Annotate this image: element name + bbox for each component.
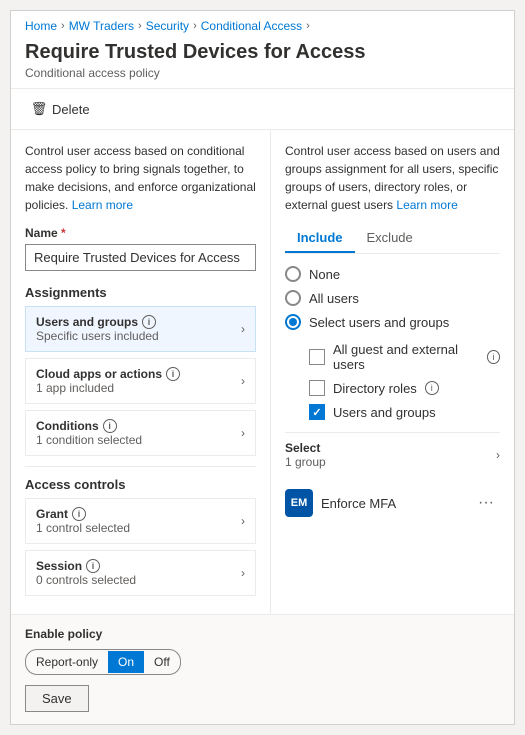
right-learn-more-link[interactable]: Learn more (396, 198, 457, 212)
users-groups-chevron: › (241, 322, 245, 336)
directory-roles-info-icon: i (425, 381, 439, 395)
toolbar: 🗑 Delete (11, 89, 514, 130)
grant-info-icon: i (72, 507, 86, 521)
users-groups-info-icon: i (142, 315, 156, 329)
radio-all-users-label: All users (309, 291, 359, 306)
assignments-divider (25, 466, 256, 467)
breadcrumb: Home › MW Traders › Security › Condition… (11, 11, 514, 37)
checkbox-directory-roles[interactable]: Directory roles i (309, 380, 500, 396)
cloud-apps-value: 1 app included (36, 381, 241, 395)
left-panel: Control user access based on conditional… (11, 130, 271, 614)
users-groups-assignment[interactable]: Users and groups i Specific users includ… (25, 306, 256, 352)
select-title: Select (285, 441, 326, 455)
main-content: Control user access based on conditional… (11, 130, 514, 614)
cloud-apps-chevron: › (241, 374, 245, 388)
checkbox-users-groups-box (309, 404, 325, 420)
grant-control[interactable]: Grant i 1 control selected › (25, 498, 256, 544)
sub-options: All guest and external users i Directory… (285, 342, 500, 420)
checkbox-users-groups-label: Users and groups (333, 405, 436, 420)
cloud-apps-info-icon: i (166, 367, 180, 381)
breadcrumb-home[interactable]: Home (25, 19, 57, 33)
conditions-assignment[interactable]: Conditions i 1 condition selected › (25, 410, 256, 456)
include-exclude-tabs: Include Exclude (285, 224, 500, 254)
page-header: Require Trusted Devices for Access Condi… (11, 37, 514, 89)
assignments-section-title: Assignments (25, 285, 256, 300)
checkbox-directory-roles-box (309, 380, 325, 396)
enable-policy-label: Enable policy (25, 627, 500, 641)
left-description: Control user access based on conditional… (25, 142, 256, 214)
radio-select-users-circle (285, 314, 301, 330)
delete-label: Delete (52, 102, 90, 117)
radio-none-circle (285, 266, 301, 282)
radio-none-label: None (309, 267, 340, 282)
grant-content: Grant i 1 control selected (36, 507, 241, 535)
right-description: Control user access based on users and g… (285, 142, 500, 214)
radio-none[interactable]: None (285, 266, 500, 282)
footer: Enable policy Report-only On Off Save (11, 614, 514, 724)
select-row-content: Select 1 group (285, 441, 326, 469)
session-info-icon: i (86, 559, 100, 573)
save-button[interactable]: Save (25, 685, 89, 712)
page-subtitle: Conditional access policy (25, 66, 500, 80)
select-value: 1 group (285, 455, 326, 469)
breadcrumb-mw-traders[interactable]: MW Traders (69, 19, 134, 33)
users-groups-content: Users and groups i Specific users includ… (36, 315, 241, 343)
session-chevron: › (241, 566, 245, 580)
checkbox-guest-external-label: All guest and external users (333, 342, 479, 372)
name-input[interactable] (25, 244, 256, 271)
cloud-apps-title: Cloud apps or actions i (36, 367, 241, 381)
conditions-info-icon: i (103, 419, 117, 433)
toggle-row: Report-only On Off (25, 649, 500, 675)
radio-select-users[interactable]: Select users and groups (285, 314, 500, 330)
toggle-report-only[interactable]: Report-only (26, 651, 108, 673)
conditions-value: 1 condition selected (36, 433, 241, 447)
group-avatar: EM (285, 489, 313, 517)
delete-button[interactable]: 🗑 Delete (25, 97, 96, 121)
conditions-chevron: › (241, 426, 245, 440)
grant-chevron: › (241, 514, 245, 528)
group-name: Enforce MFA (321, 496, 472, 511)
users-groups-title: Users and groups i (36, 315, 241, 329)
checkbox-directory-roles-label: Directory roles (333, 381, 417, 396)
policy-toggle[interactable]: Report-only On Off (25, 649, 181, 675)
session-content: Session i 0 controls selected (36, 559, 241, 587)
right-panel: Control user access based on users and g… (271, 130, 514, 614)
session-title: Session i (36, 559, 241, 573)
grant-title: Grant i (36, 507, 241, 521)
name-field-label: Name * (25, 226, 256, 240)
page-container: Home › MW Traders › Security › Condition… (10, 10, 515, 725)
conditions-title: Conditions i (36, 419, 241, 433)
checkbox-users-groups[interactable]: Users and groups (309, 404, 500, 420)
breadcrumb-security[interactable]: Security (146, 19, 189, 33)
radio-group: None All users Select users and groups (285, 266, 500, 330)
session-control[interactable]: Session i 0 controls selected › (25, 550, 256, 596)
page-title: Require Trusted Devices for Access (25, 41, 500, 64)
cloud-apps-assignment[interactable]: Cloud apps or actions i 1 app included › (25, 358, 256, 404)
grant-value: 1 control selected (36, 521, 241, 535)
radio-all-users[interactable]: All users (285, 290, 500, 306)
radio-select-users-label: Select users and groups (309, 315, 449, 330)
radio-all-users-circle (285, 290, 301, 306)
checkbox-guest-external[interactable]: All guest and external users i (309, 342, 500, 372)
guest-external-info-icon: i (487, 350, 500, 364)
select-chevron: › (496, 448, 500, 462)
tab-exclude[interactable]: Exclude (355, 224, 425, 253)
select-row[interactable]: Select 1 group › (285, 432, 500, 477)
more-options-icon[interactable]: ··· (472, 492, 500, 514)
required-star: * (58, 226, 66, 240)
left-learn-more-link[interactable]: Learn more (72, 198, 133, 212)
group-item: EM Enforce MFA ··· (285, 481, 500, 521)
checkbox-guest-external-box (309, 349, 325, 365)
access-controls-title: Access controls (25, 477, 256, 492)
cloud-apps-content: Cloud apps or actions i 1 app included (36, 367, 241, 395)
conditions-content: Conditions i 1 condition selected (36, 419, 241, 447)
tab-include[interactable]: Include (285, 224, 355, 253)
toggle-off[interactable]: Off (144, 651, 180, 673)
breadcrumb-conditional-access[interactable]: Conditional Access (201, 19, 302, 33)
delete-icon: 🗑 (31, 101, 47, 117)
session-value: 0 controls selected (36, 573, 241, 587)
users-groups-value: Specific users included (36, 329, 241, 343)
toggle-on[interactable]: On (108, 651, 144, 673)
